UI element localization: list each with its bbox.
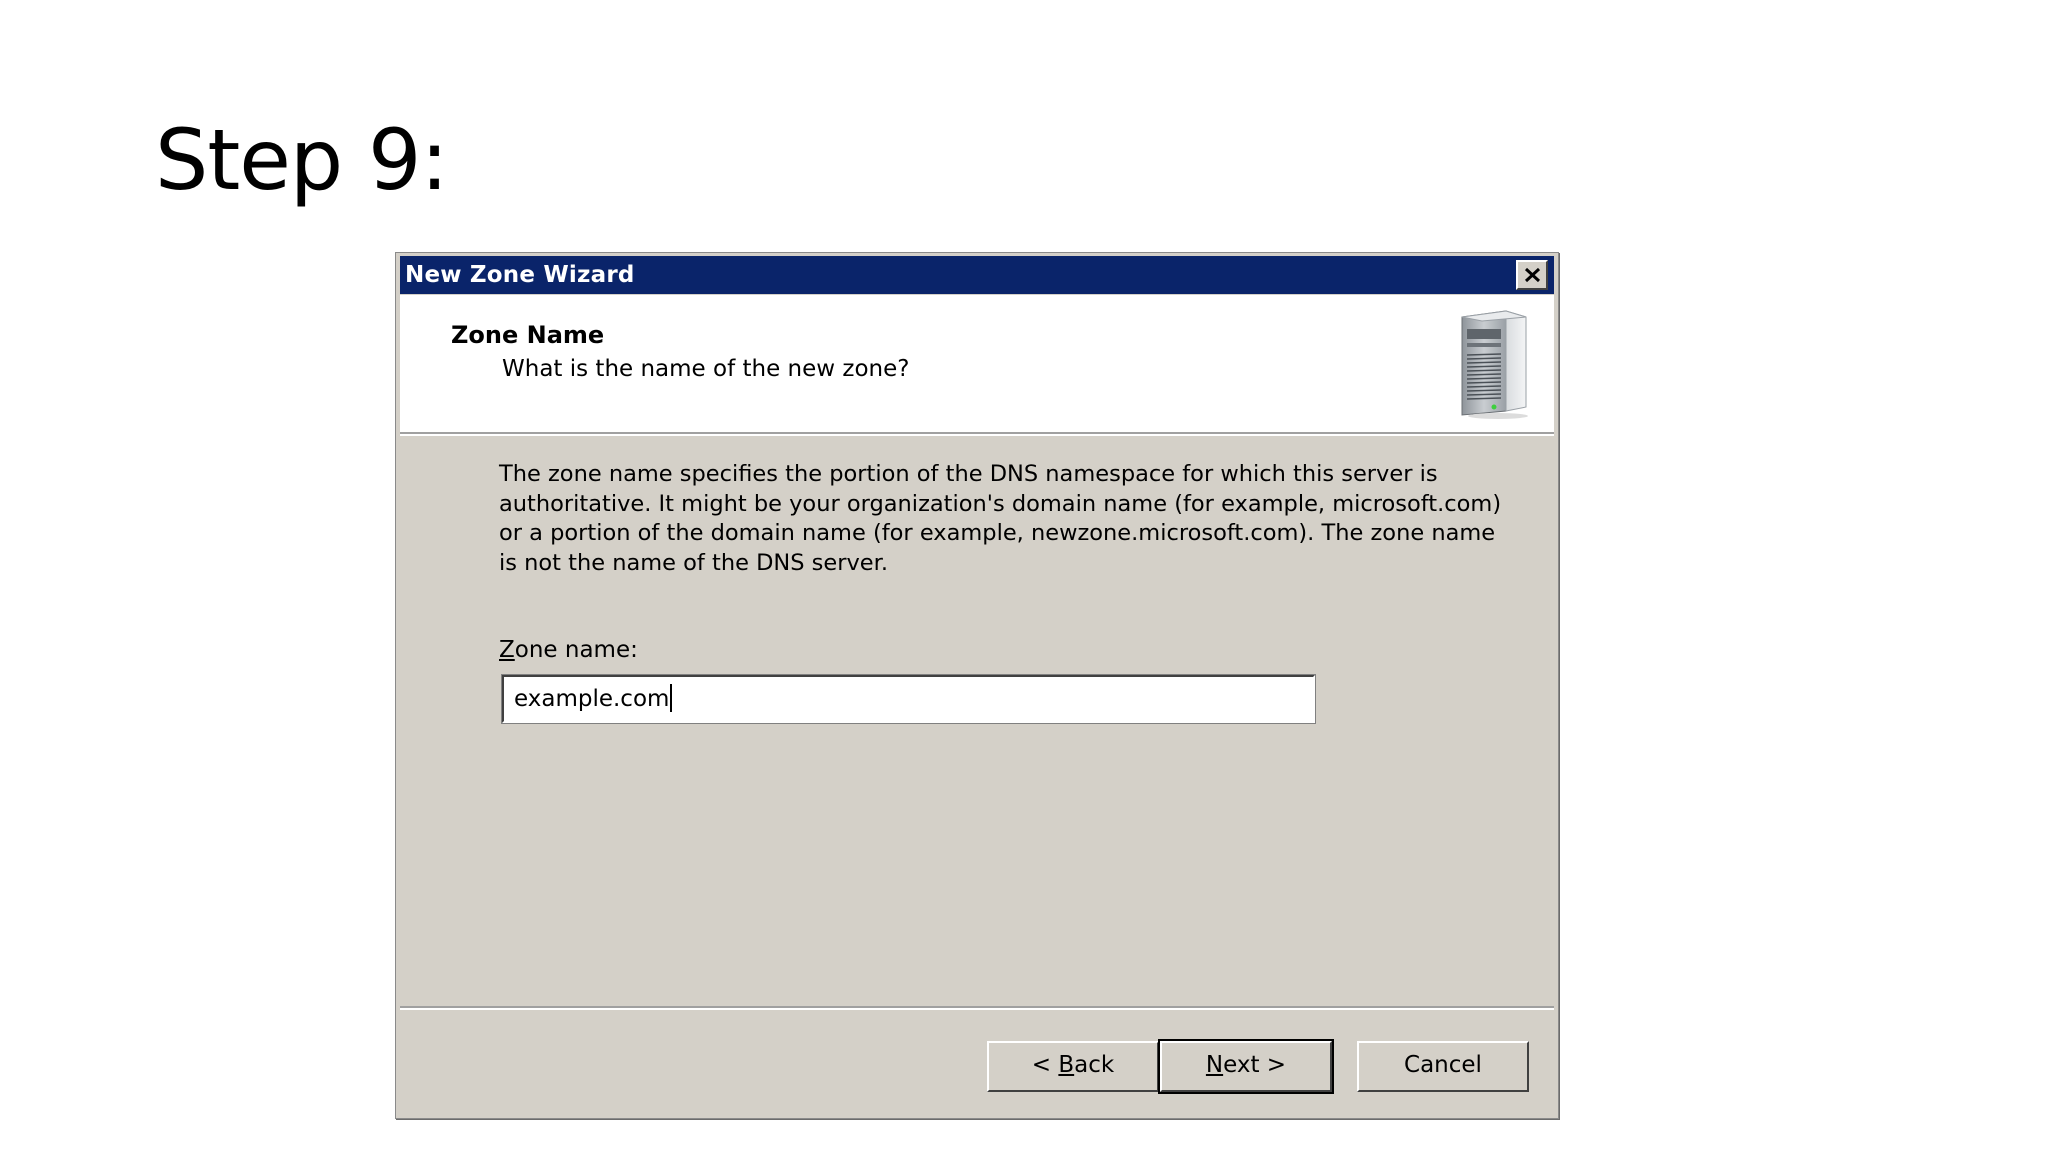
back-button-label: ack	[1074, 1052, 1115, 1078]
title-bar[interactable]: New Zone Wizard	[400, 256, 1554, 294]
zone-description: The zone name specifies the portion of t…	[499, 461, 1502, 576]
zone-name-input[interactable]: example.com	[501, 674, 1316, 724]
text-caret	[670, 684, 673, 712]
next-button[interactable]: Next >	[1158, 1039, 1334, 1094]
zone-name-value: example.com	[514, 684, 673, 712]
page-title: Zone Name	[451, 321, 605, 349]
wizard-header: Zone Name What is the name of the new zo…	[400, 295, 1554, 432]
back-button-prefix: <	[1031, 1052, 1059, 1078]
back-button-accel: B	[1058, 1052, 1075, 1078]
server-icon	[1461, 310, 1528, 419]
cancel-button[interactable]: Cancel	[1357, 1041, 1529, 1092]
back-button[interactable]: < Back	[987, 1041, 1159, 1092]
slide-title: Step 9:	[155, 111, 449, 209]
zone-name-label-text: one name:	[514, 637, 638, 663]
new-zone-wizard-dialog: New Zone Wizard Zone Name What is the na…	[395, 252, 1559, 1119]
zone-name-value-text: example.com	[514, 686, 670, 712]
header-divider	[400, 432, 1554, 436]
close-icon	[1524, 267, 1541, 283]
close-button[interactable]	[1516, 260, 1548, 290]
window-title: New Zone Wizard	[405, 262, 635, 288]
next-button-label: ext >	[1223, 1052, 1287, 1078]
footer-divider	[400, 1006, 1554, 1010]
next-button-accel: N	[1205, 1052, 1224, 1078]
zone-name-label-accel: Z	[499, 637, 515, 663]
page-subtitle: What is the name of the new zone?	[502, 356, 910, 382]
zone-name-label: Zone name:	[499, 637, 638, 663]
